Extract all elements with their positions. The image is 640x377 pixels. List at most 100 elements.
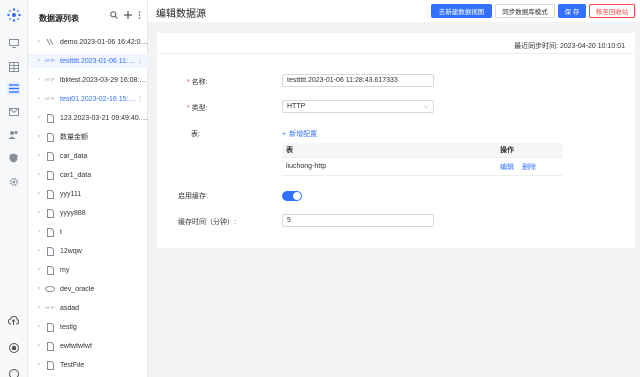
expand-arrow-icon[interactable]: › — [34, 324, 44, 330]
expand-arrow-icon[interactable]: › — [34, 191, 44, 197]
datasource-icon[interactable] — [7, 82, 20, 95]
file-icon — [44, 132, 56, 142]
sidebar-item-label: yyyy888 — [60, 209, 86, 217]
sidebar-title: 数据源列表 — [39, 14, 79, 23]
sidebar-item[interactable]: › HTTP asdad — [28, 301, 148, 315]
sidebar-item[interactable]: › HTTP lbktest.2023-03-29 16:08:1… — [28, 73, 148, 87]
topbar: 编辑数据源 去新建数据视图 同步数据库模式 保 存 移至回收站 — [148, 0, 640, 22]
expand-arrow-icon[interactable]: › — [34, 39, 44, 45]
table-label: 表: — [191, 131, 200, 138]
new-view-button[interactable]: 去新建数据视图 — [431, 4, 492, 18]
sidebar-item-label: ewfwfwfwf — [60, 342, 92, 350]
sidebar-item[interactable]: › yyy111 — [28, 187, 148, 201]
expand-arrow-icon[interactable]: › — [34, 229, 44, 235]
table-row: liuchong-http 编辑 删除 — [282, 158, 563, 176]
add-config-label: 新增配置 — [289, 131, 318, 138]
sidebar-item-label: my — [60, 266, 70, 274]
bank-icon[interactable] — [7, 341, 20, 354]
sidebar-item-label: 12wqw — [60, 247, 82, 255]
expand-arrow-icon[interactable]: › — [34, 77, 44, 83]
edit-link[interactable]: 编辑 — [500, 164, 514, 171]
plus-icon: + — [282, 130, 287, 138]
add-config-button[interactable]: + 新增配置 — [282, 129, 317, 139]
file-icon — [44, 322, 56, 332]
sidebar-item[interactable]: › testlg — [28, 320, 148, 334]
file-icon — [44, 189, 56, 199]
sidebar-item-label: car1_data — [60, 171, 92, 179]
expand-arrow-icon[interactable]: › — [34, 153, 44, 159]
sidebar-item[interactable]: › ewfwfwfwf — [28, 339, 148, 353]
more-icon[interactable] — [138, 11, 141, 21]
cache-toggle[interactable] — [282, 191, 302, 201]
sidebar-item[interactable]: › 12wqw — [28, 244, 148, 258]
users-icon[interactable] — [7, 128, 20, 141]
sidebar-item[interactable]: › demo.2023-01-06 16:42:04.… — [28, 35, 148, 49]
table-header: 表 操作 — [282, 143, 563, 158]
expand-arrow-icon[interactable]: › — [34, 96, 44, 102]
user-avatar-icon[interactable] — [7, 367, 20, 377]
sidebar-item-label: car_data — [60, 152, 88, 160]
move-to-recycle-button[interactable]: 移至回收站 — [589, 4, 635, 18]
cloud-upload-icon[interactable] — [7, 314, 20, 327]
file-icon — [44, 227, 56, 237]
sidebar-item[interactable]: › t — [28, 225, 148, 239]
item-more-icon[interactable]: ⋮ — [136, 57, 144, 65]
sidebar-item-label: 数量金额 — [60, 134, 88, 141]
search-icon[interactable] — [110, 11, 118, 21]
sidebar-item[interactable]: › TestFile — [28, 358, 148, 372]
edit-form-card: 最近同步时间: 2023-04-20 10:10:01 * 名称: testtt… — [157, 33, 635, 248]
http-icon: HTTP — [45, 306, 55, 310]
sidebar-item[interactable]: › car_data — [28, 149, 148, 163]
sidebar-item[interactable]: › HTTP test01.2023-02-16 15:… ⋮ — [28, 92, 148, 106]
sidebar-item[interactable]: › my — [28, 263, 148, 277]
expand-arrow-icon[interactable]: › — [34, 267, 44, 273]
expand-arrow-icon[interactable]: › — [34, 343, 44, 349]
mail-icon[interactable] — [7, 105, 20, 118]
expand-arrow-icon[interactable]: › — [34, 305, 44, 311]
expand-arrow-icon[interactable]: › — [34, 172, 44, 178]
col-action-header: 操作 — [500, 147, 514, 154]
sidebar-item-label: asdad — [60, 304, 80, 312]
http-icon: HTTP — [45, 78, 55, 82]
item-more-icon[interactable]: ⋮ — [136, 95, 144, 103]
expand-arrow-icon[interactable]: › — [34, 362, 44, 368]
expand-arrow-icon[interactable]: › — [34, 115, 44, 121]
file-icon — [44, 341, 56, 351]
sidebar-item-label: t — [60, 228, 62, 236]
dashboard-icon[interactable] — [7, 37, 20, 50]
file-icon — [44, 360, 56, 370]
sidebar-item-label: 123.2023-03-21 09:49:40.8… — [60, 114, 148, 122]
sidebar-item[interactable]: › 数量金额 — [28, 130, 148, 144]
expand-arrow-icon[interactable]: › — [34, 248, 44, 254]
name-label: * 名称: — [187, 79, 208, 86]
sidebar-item[interactable]: › 123.2023-03-21 09:49:40.8… — [28, 111, 148, 125]
gear-icon[interactable] — [7, 175, 20, 188]
http-icon: HTTP — [45, 97, 55, 101]
sidebar-item[interactable]: › yyyy888 — [28, 206, 148, 220]
file-icon — [44, 113, 56, 123]
sidebar-item-label: lbktest.2023-03-29 16:08:1… — [60, 76, 148, 84]
icon-rail — [0, 0, 28, 377]
sync-schema-button[interactable]: 同步数据库模式 — [495, 4, 555, 18]
delete-link[interactable]: 删除 — [522, 164, 536, 171]
expand-arrow-icon[interactable]: › — [34, 286, 44, 292]
cache-time-input[interactable]: 5 — [282, 214, 434, 227]
expand-arrow-icon[interactable]: › — [34, 210, 44, 216]
cache-label: 启用缓存: — [178, 193, 208, 200]
sidebar-item[interactable]: › dev_oracle — [28, 282, 148, 296]
save-button[interactable]: 保 存 — [558, 4, 586, 18]
table-icon[interactable] — [7, 60, 20, 73]
file-icon — [44, 151, 56, 161]
type-select[interactable]: HTTP ⌵ — [282, 100, 434, 113]
sidebar-item[interactable]: ›HTTP testtttt.2023-01-06 11:28:4…⋮ — [28, 54, 148, 68]
http-icon: HTTP — [45, 59, 55, 63]
sidebar-item[interactable]: › car1_data — [28, 168, 148, 182]
file-icon — [44, 170, 56, 180]
sidebar-item-label: test01.2023-02-16 15:… — [60, 95, 136, 103]
expand-arrow-icon[interactable]: › — [34, 58, 44, 64]
expand-arrow-icon[interactable]: › — [34, 134, 44, 140]
add-icon[interactable] — [124, 11, 132, 21]
shield-icon[interactable] — [7, 151, 20, 164]
table-cell-actions: 编辑 删除 — [496, 162, 563, 172]
name-input[interactable]: testtttt.2023-01-06 11:28:43.617333 — [282, 74, 434, 87]
